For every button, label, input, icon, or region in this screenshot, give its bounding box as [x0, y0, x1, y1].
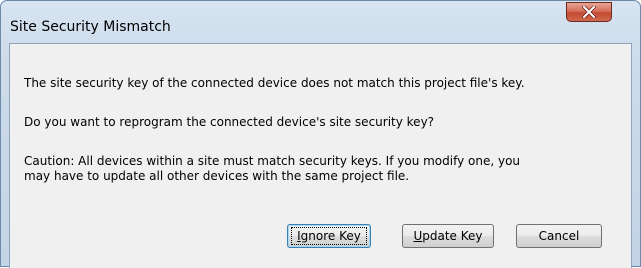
caution-message-line-1: Caution: All devices within a site must … [24, 154, 521, 168]
dialog-window: Site Security Mismatch The site security… [0, 0, 641, 268]
update-key-mnemonic: U [413, 229, 423, 243]
close-button[interactable] [566, 2, 612, 22]
close-x-icon [582, 6, 596, 18]
reprogram-question: Do you want to reprogram the connected d… [24, 115, 435, 129]
mismatch-message: The site security key of the connected d… [24, 76, 525, 90]
ignore-key-label: gnore Key [300, 229, 361, 243]
update-key-button[interactable]: Update Key [402, 224, 494, 248]
focus-rectangle: Ignore Key [291, 227, 367, 245]
title-bar[interactable]: Site Security Mismatch [1, 1, 640, 35]
ignore-key-button[interactable]: Ignore Key [287, 224, 371, 248]
caution-message-line-2: may have to update all other devices wit… [24, 169, 410, 183]
update-key-label: pdate Key [422, 229, 483, 243]
dialog-body: The site security key of the connected d… [9, 43, 632, 268]
dialog-title: Site Security Mismatch [10, 19, 171, 35]
cancel-button[interactable]: Cancel [516, 224, 602, 248]
